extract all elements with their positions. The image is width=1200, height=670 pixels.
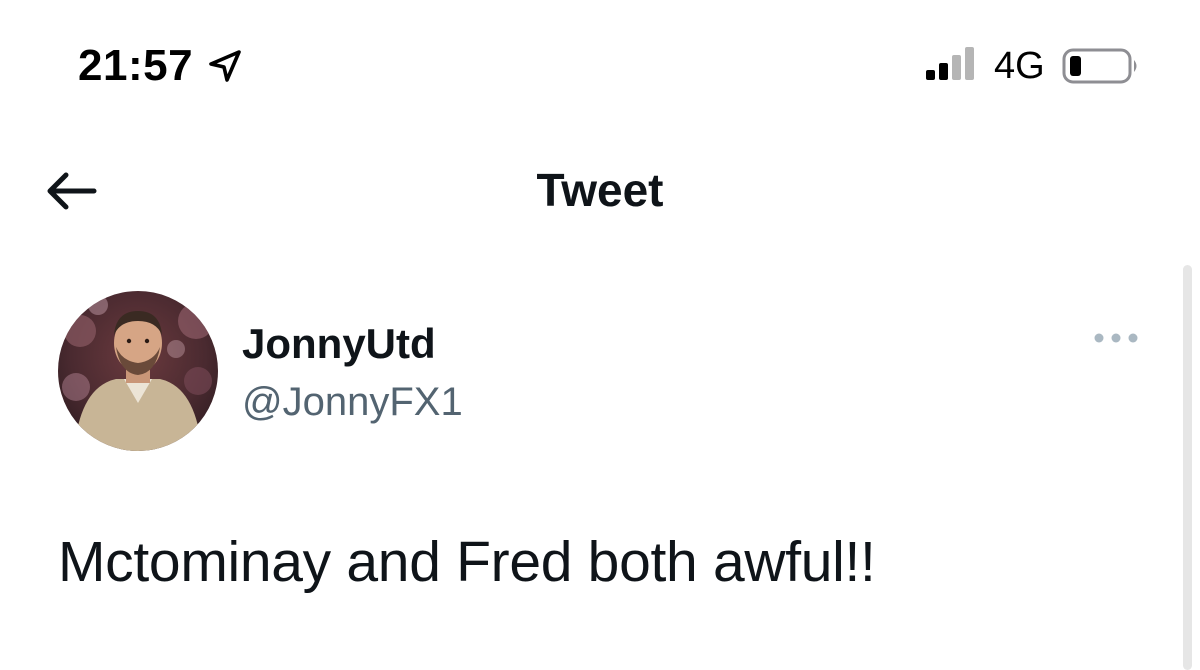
avatar-image xyxy=(58,291,218,451)
network-type-label: 4G xyxy=(994,45,1045,87)
tweet: JonnyUtd @JonnyFX1 Mctominay and Fred bo… xyxy=(0,280,1180,670)
location-arrow-icon xyxy=(209,50,241,82)
more-options-icon[interactable] xyxy=(1090,326,1142,350)
status-bar: 21:57 4G xyxy=(0,0,1200,130)
page-title: Tweet xyxy=(536,164,664,216)
signal-icon xyxy=(926,47,974,80)
status-time: 21:57 xyxy=(78,41,194,90)
avatar[interactable] xyxy=(58,291,218,451)
nav-header: Tweet xyxy=(0,130,1200,250)
tweet-text: Mctominay and Fred both awful!! xyxy=(58,530,876,594)
scroll-indicator[interactable] xyxy=(1183,265,1192,670)
author-handle[interactable]: @JonnyFX1 xyxy=(242,376,463,428)
author-display-name[interactable]: JonnyUtd xyxy=(242,318,436,370)
battery-icon xyxy=(1062,48,1137,84)
